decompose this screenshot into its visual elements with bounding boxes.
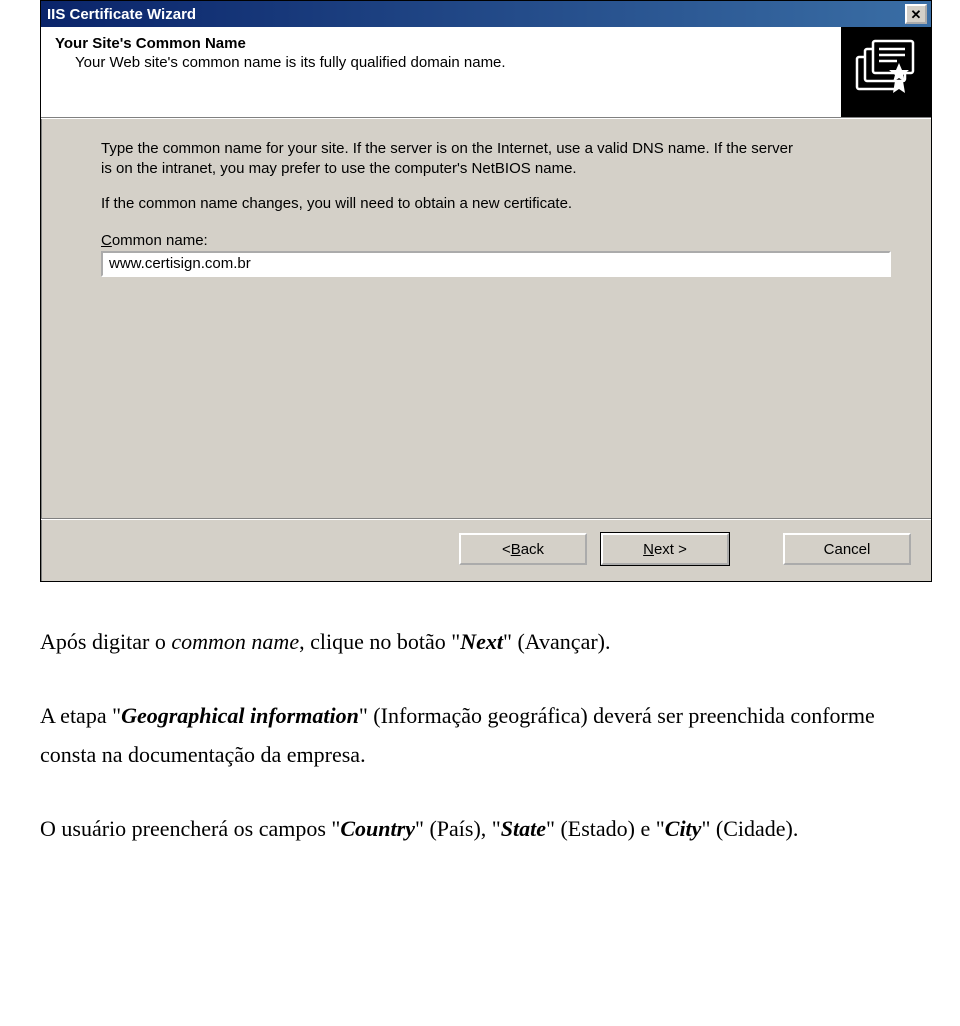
dialog-body: Type the common name for your site. If t… <box>41 118 931 518</box>
header-title: Your Site's Common Name <box>55 35 506 52</box>
next-button[interactable]: Next > <box>601 533 729 565</box>
common-name-label: Common name: <box>101 232 901 249</box>
dialog-button-row: < Back Next > Cancel <box>41 518 931 581</box>
iis-certificate-wizard-dialog: IIS Certificate Wizard ✕ Your Site's Com… <box>40 0 932 582</box>
common-name-input[interactable] <box>101 251 891 277</box>
doc-paragraph-2: A etapa "Geographical information" (Info… <box>40 696 920 775</box>
dialog-titlebar: IIS Certificate Wizard ✕ <box>41 1 931 27</box>
doc-paragraph-3: O usuário preencherá os campos "Country"… <box>40 809 920 849</box>
dialog-title: IIS Certificate Wizard <box>47 6 196 23</box>
instruction-text-2: If the common name changes, you will nee… <box>101 194 801 214</box>
header-subtitle: Your Web site's common name is its fully… <box>55 52 506 71</box>
dialog-header: Your Site's Common Name Your Web site's … <box>41 27 931 118</box>
doc-paragraph-1: Após digitar o common name, clique no bo… <box>40 622 920 662</box>
certificate-icon <box>841 27 931 117</box>
instruction-text-1: Type the common name for your site. If t… <box>101 139 801 180</box>
close-icon: ✕ <box>911 8 922 21</box>
back-button[interactable]: < Back <box>459 533 587 565</box>
document-body: Após digitar o common name, clique no bo… <box>40 622 920 848</box>
close-button[interactable]: ✕ <box>905 4 927 24</box>
cancel-button[interactable]: Cancel <box>783 533 911 565</box>
